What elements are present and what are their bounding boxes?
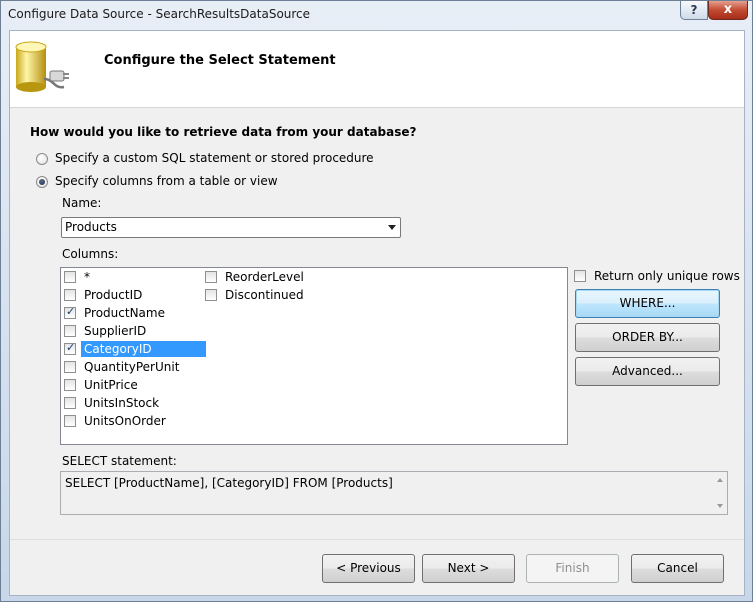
previous-button[interactable]: < Previous [322, 554, 415, 583]
column-label: Discontinued [225, 288, 304, 302]
column-checkbox[interactable] [64, 289, 76, 301]
radio-specify-columns[interactable] [36, 176, 48, 188]
wizard-header: Configure the Select Statement [10, 31, 744, 108]
unique-rows-checkbox[interactable] [574, 270, 586, 282]
title-bar: Configure Data Source - SearchResultsDat… [1, 1, 752, 29]
question-label: How would you like to retrieve data from… [30, 125, 417, 139]
advanced-button[interactable]: Advanced... [575, 357, 720, 386]
unique-rows-label: Return only unique rows [594, 269, 740, 283]
columns-label: Columns: [62, 247, 119, 261]
dialog-window: Configure Data Source - SearchResultsDat… [0, 0, 753, 602]
column-checkbox[interactable] [64, 305, 76, 319]
column-label: UnitsOnOrder [84, 414, 166, 428]
column-checkbox[interactable] [64, 379, 76, 391]
scroll-down-icon[interactable] [717, 504, 723, 508]
column-label: CategoryID [81, 341, 206, 357]
column-label: ReorderLevel [225, 270, 304, 284]
select-statement-label: SELECT statement: [62, 454, 177, 468]
column-checkbox[interactable] [64, 271, 76, 283]
column-checkbox[interactable] [64, 325, 76, 337]
column-label: ProductID [84, 288, 143, 302]
footer-divider [10, 539, 744, 540]
next-button[interactable]: Next > [422, 554, 515, 583]
column-label: SupplierID [84, 324, 147, 338]
column-checkbox[interactable] [64, 415, 76, 427]
finish-button[interactable]: Finish [526, 554, 619, 583]
column-checkbox[interactable] [64, 397, 76, 409]
dialog-client-area: Configure the Select Statement How would… [9, 30, 745, 596]
cancel-button[interactable]: Cancel [631, 554, 724, 583]
column-label: ProductName [84, 306, 165, 320]
chevron-down-icon [388, 225, 396, 230]
column-checkbox[interactable] [205, 271, 217, 283]
column-label: UnitsInStock [84, 396, 160, 410]
radio-custom-sql-label[interactable]: Specify a custom SQL statement or stored… [55, 151, 374, 165]
columns-list[interactable]: * ProductID ProductName SupplierID Categ… [60, 267, 568, 445]
column-label: UnitPrice [84, 378, 138, 392]
database-connection-icon [15, 41, 69, 92]
window-title: Configure Data Source - SearchResultsDat… [8, 7, 311, 21]
select-statement-box[interactable]: SELECT [ProductName], [CategoryID] FROM … [60, 471, 728, 515]
radio-specify-columns-label[interactable]: Specify columns from a table or view [55, 174, 278, 188]
table-name-value: Products [65, 220, 117, 234]
name-label: Name: [62, 196, 102, 210]
order-by-button[interactable]: ORDER BY... [575, 323, 720, 352]
table-name-select[interactable]: Products [61, 217, 401, 238]
radio-custom-sql[interactable] [36, 153, 48, 165]
column-checkbox[interactable] [64, 341, 76, 355]
close-button[interactable]: x [708, 1, 748, 20]
column-checkbox[interactable] [64, 361, 76, 373]
scroll-up-icon[interactable] [717, 478, 723, 482]
select-statement-text: SELECT [ProductName], [CategoryID] FROM … [65, 476, 393, 490]
where-button[interactable]: WHERE... [575, 289, 720, 318]
column-checkbox[interactable] [205, 289, 217, 301]
help-button[interactable]: ? [680, 1, 708, 20]
column-label: * [84, 270, 90, 284]
column-label: QuantityPerUnit [84, 360, 180, 374]
page-title: Configure the Select Statement [104, 53, 336, 68]
